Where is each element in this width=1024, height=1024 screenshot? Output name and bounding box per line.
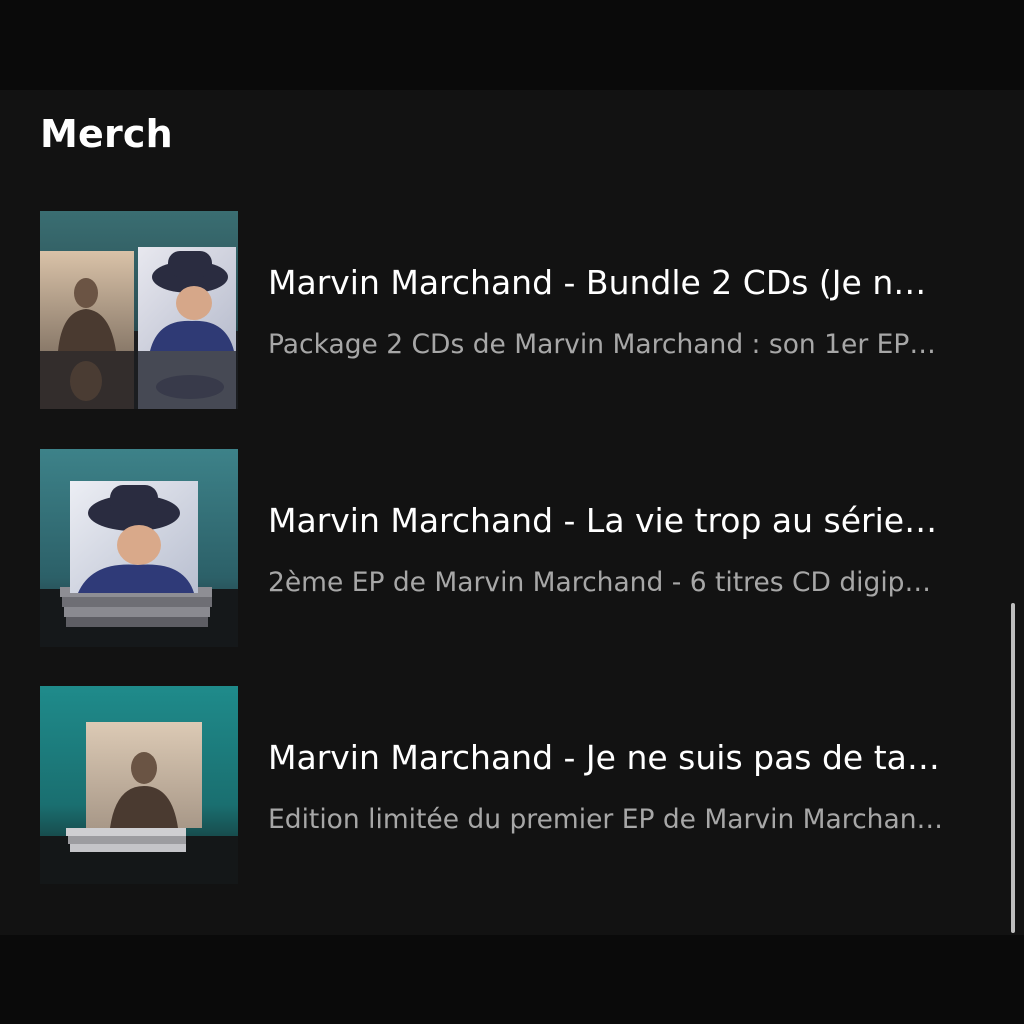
merch-item-bundle[interactable]: Marvin Marchand - Bundle 2 CDs (Je n… Pa… [40,211,1005,411]
top-bar-area [0,0,1024,90]
merch-item-thumbnail [40,686,238,884]
merch-item-title: Marvin Marchand - Je ne suis pas de ta… [268,738,940,777]
merch-item-title: Marvin Marchand - Bundle 2 CDs (Je n… [268,263,927,302]
merch-item-la-vie-trop-au-serieux[interactable]: Marvin Marchand - La vie trop au série… … [40,449,1005,649]
merch-item-title: Marvin Marchand - La vie trop au série… [268,501,938,540]
section-title: Merch [40,112,173,156]
merch-item-thumbnail [40,211,238,409]
merch-item-thumbnail [40,449,238,647]
merch-item-subtitle: Package 2 CDs de Marvin Marchand : son 1… [268,329,936,360]
merch-item-subtitle: Edition limitée du premier EP de Marvin … [268,804,943,835]
bottom-bar-area [0,935,1024,1024]
scrollbar-thumb[interactable] [1011,603,1015,933]
merch-item-subtitle: 2ème EP de Marvin Marchand - 6 titres CD… [268,567,932,598]
merch-item-je-ne-suis-pas[interactable]: Marvin Marchand - Je ne suis pas de ta… … [40,686,1005,886]
